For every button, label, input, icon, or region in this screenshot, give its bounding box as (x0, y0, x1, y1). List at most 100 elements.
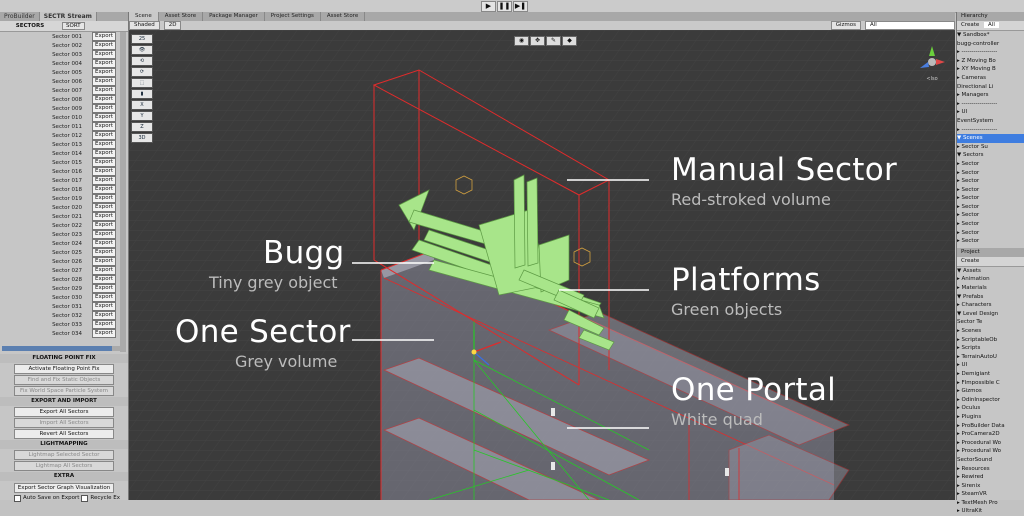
frame-icon[interactable]: ⬚ (131, 78, 153, 88)
x-axis-icon[interactable]: X (131, 100, 153, 110)
export-graph-button[interactable]: Export Sector Graph Visualization (14, 483, 114, 493)
hierarchy-item[interactable]: ▸ Sector (957, 229, 1024, 238)
paint-icon[interactable]: ✎ (546, 36, 561, 46)
project-item[interactable]: ▸ ScriptableOb (957, 336, 1024, 345)
sector-export-button[interactable]: Export (92, 41, 116, 50)
project-item[interactable]: ▸ UltraKit (957, 507, 1024, 516)
hierarchy-item[interactable]: ▸ Managers (957, 91, 1024, 100)
project-item[interactable]: ▸ Demigiant (957, 370, 1024, 379)
hierarchy-item[interactable]: ▸ Sector (957, 169, 1024, 178)
hierarchy-item[interactable]: bugg-controller (957, 40, 1024, 49)
sector-export-button[interactable]: Export (92, 311, 116, 320)
hierarchy-item[interactable]: ▼ Sandbox* (957, 31, 1024, 40)
hierarchy-item[interactable]: ▸ Sector (957, 160, 1024, 169)
hierarchy-item[interactable]: ▸ XY Moving B (957, 65, 1024, 74)
shading-mode-dropdown[interactable]: Shaded (129, 21, 160, 30)
sector-list-scrollbar[interactable] (120, 32, 126, 352)
sector-export-button[interactable]: Export (92, 140, 116, 149)
visibility-icon[interactable]: 👁 (131, 45, 153, 55)
hierarchy-item[interactable]: ▸ Sector Su (957, 143, 1024, 152)
hierarchy-search-input[interactable]: All (984, 22, 999, 28)
3d-icon[interactable]: 3D (131, 133, 153, 143)
select-icon[interactable]: ◆ (562, 36, 577, 46)
project-item[interactable]: ▸ SteamVR (957, 490, 1024, 499)
hierarchy-item[interactable]: ▸ Sector (957, 211, 1024, 220)
project-item[interactable]: ▼ Level Design (957, 310, 1024, 319)
hierarchy-item[interactable]: ▸ Sector (957, 177, 1024, 186)
sector-export-button[interactable]: Export (92, 167, 116, 176)
project-item[interactable]: ▸ ProBuilder Data (957, 422, 1024, 431)
project-item[interactable]: ▸ Procedural Wo (957, 439, 1024, 448)
hierarchy-item[interactable]: ▸ Cameras (957, 74, 1024, 83)
hierarchy-item[interactable]: Directional Li (957, 83, 1024, 92)
2d-toggle[interactable]: 2D (163, 21, 182, 30)
sector-export-button[interactable]: Export (92, 50, 116, 59)
sector-export-button[interactable]: Export (92, 221, 116, 230)
hierarchy-item[interactable]: ▸ ------------------ (957, 100, 1024, 109)
sector-export-button[interactable]: Export (92, 320, 116, 329)
project-item[interactable]: ▸ Sirenix (957, 482, 1024, 491)
sector-export-button[interactable]: Export (92, 185, 116, 194)
sector-export-button[interactable]: Export (92, 266, 116, 275)
hierarchy-item[interactable]: ▸ Sector (957, 203, 1024, 212)
tab-scene[interactable]: Scene (129, 12, 159, 21)
project-item[interactable]: ▸ OdinInspector (957, 396, 1024, 405)
sector-export-button[interactable]: Export (92, 275, 116, 284)
project-item[interactable]: ▸ FImpossible C (957, 379, 1024, 388)
scene-view[interactable]: Scene Asset Store Package Manager Projec… (129, 12, 955, 500)
scene-viewport[interactable] (129, 30, 955, 500)
project-item[interactable]: ▼ Assets (957, 267, 1024, 276)
hierarchy-item[interactable]: ▼ Scenes (957, 134, 1024, 143)
sector-export-button[interactable]: Export (92, 176, 116, 185)
project-item[interactable]: ▸ Gizmos (957, 387, 1024, 396)
project-create-button[interactable]: Create (961, 258, 979, 264)
gizmos-dropdown[interactable]: Gizmos (830, 21, 861, 30)
sector-export-button[interactable]: Export (92, 86, 116, 95)
sector-export-button[interactable]: Export (92, 122, 116, 131)
tab-package-manager[interactable]: Package Manager (203, 12, 265, 21)
project-item[interactable]: ▸ Scripts (957, 344, 1024, 353)
project-item[interactable]: ▸ Resources (957, 465, 1024, 474)
project-item[interactable]: ▸ TextMesh Pro (957, 499, 1024, 508)
pause-button[interactable]: ❚❚ (497, 1, 512, 12)
project-item[interactable]: ▸ Materials (957, 284, 1024, 293)
project-item[interactable]: ▸ Animation (957, 275, 1024, 284)
hierarchy-item[interactable]: EventSystem (957, 117, 1024, 126)
tab-project-settings[interactable]: Project Settings (265, 12, 321, 21)
hierarchy-item[interactable]: ▸ Z Moving Bo (957, 57, 1024, 66)
hierarchy-item[interactable]: ▸ Sector (957, 237, 1024, 246)
camera-icon[interactable]: ◉ (514, 36, 529, 46)
rotate-right-icon[interactable]: ⟳ (131, 67, 153, 77)
project-item[interactable]: ▸ Rewired (957, 473, 1024, 482)
project-item[interactable]: Sector Te (957, 318, 1024, 327)
sector-export-button[interactable]: Export (92, 248, 116, 257)
sector-export-button[interactable]: Export (92, 59, 116, 68)
sector-export-button[interactable]: Export (92, 257, 116, 266)
sector-export-button[interactable]: Export (92, 239, 116, 248)
scene-search-input[interactable]: All (865, 21, 955, 30)
sector-export-button[interactable]: Export (92, 293, 116, 302)
sector-export-button[interactable]: Export (92, 158, 116, 167)
project-item[interactable]: ▸ Characters (957, 301, 1024, 310)
tab-hierarchy[interactable]: Hierarchy (957, 12, 1024, 21)
sector-export-button[interactable]: Export (92, 113, 116, 122)
project-item[interactable]: ▸ Scenes (957, 327, 1024, 336)
block-icon[interactable]: ▮ (131, 89, 153, 99)
tab-project[interactable]: Project (957, 247, 1024, 257)
sector-export-button[interactable]: Export (92, 104, 116, 113)
y-axis-icon[interactable]: Y (131, 111, 153, 121)
project-item[interactable]: ▸ TerrainAutoU (957, 353, 1024, 362)
hierarchy-item[interactable]: ▸ ------------------ (957, 48, 1024, 57)
tab-asset-store-1[interactable]: Asset Store (159, 12, 204, 21)
hierarchy-item[interactable]: ▸ UI (957, 108, 1024, 117)
scrollbar-thumb[interactable] (2, 346, 112, 351)
sector-export-button[interactable]: Export (92, 284, 116, 293)
play-button[interactable]: ▶ (481, 1, 496, 12)
project-item[interactable]: ▸ Procedural Wo (957, 447, 1024, 456)
sector-export-button[interactable]: Export (92, 32, 116, 41)
sector-export-button[interactable]: Export (92, 68, 116, 77)
sector-export-button[interactable]: Export (92, 77, 116, 86)
step-button[interactable]: ▶❚ (513, 1, 528, 12)
project-item[interactable]: ▸ ProCamera2D (957, 430, 1024, 439)
auto-save-checkbox[interactable] (14, 494, 21, 502)
